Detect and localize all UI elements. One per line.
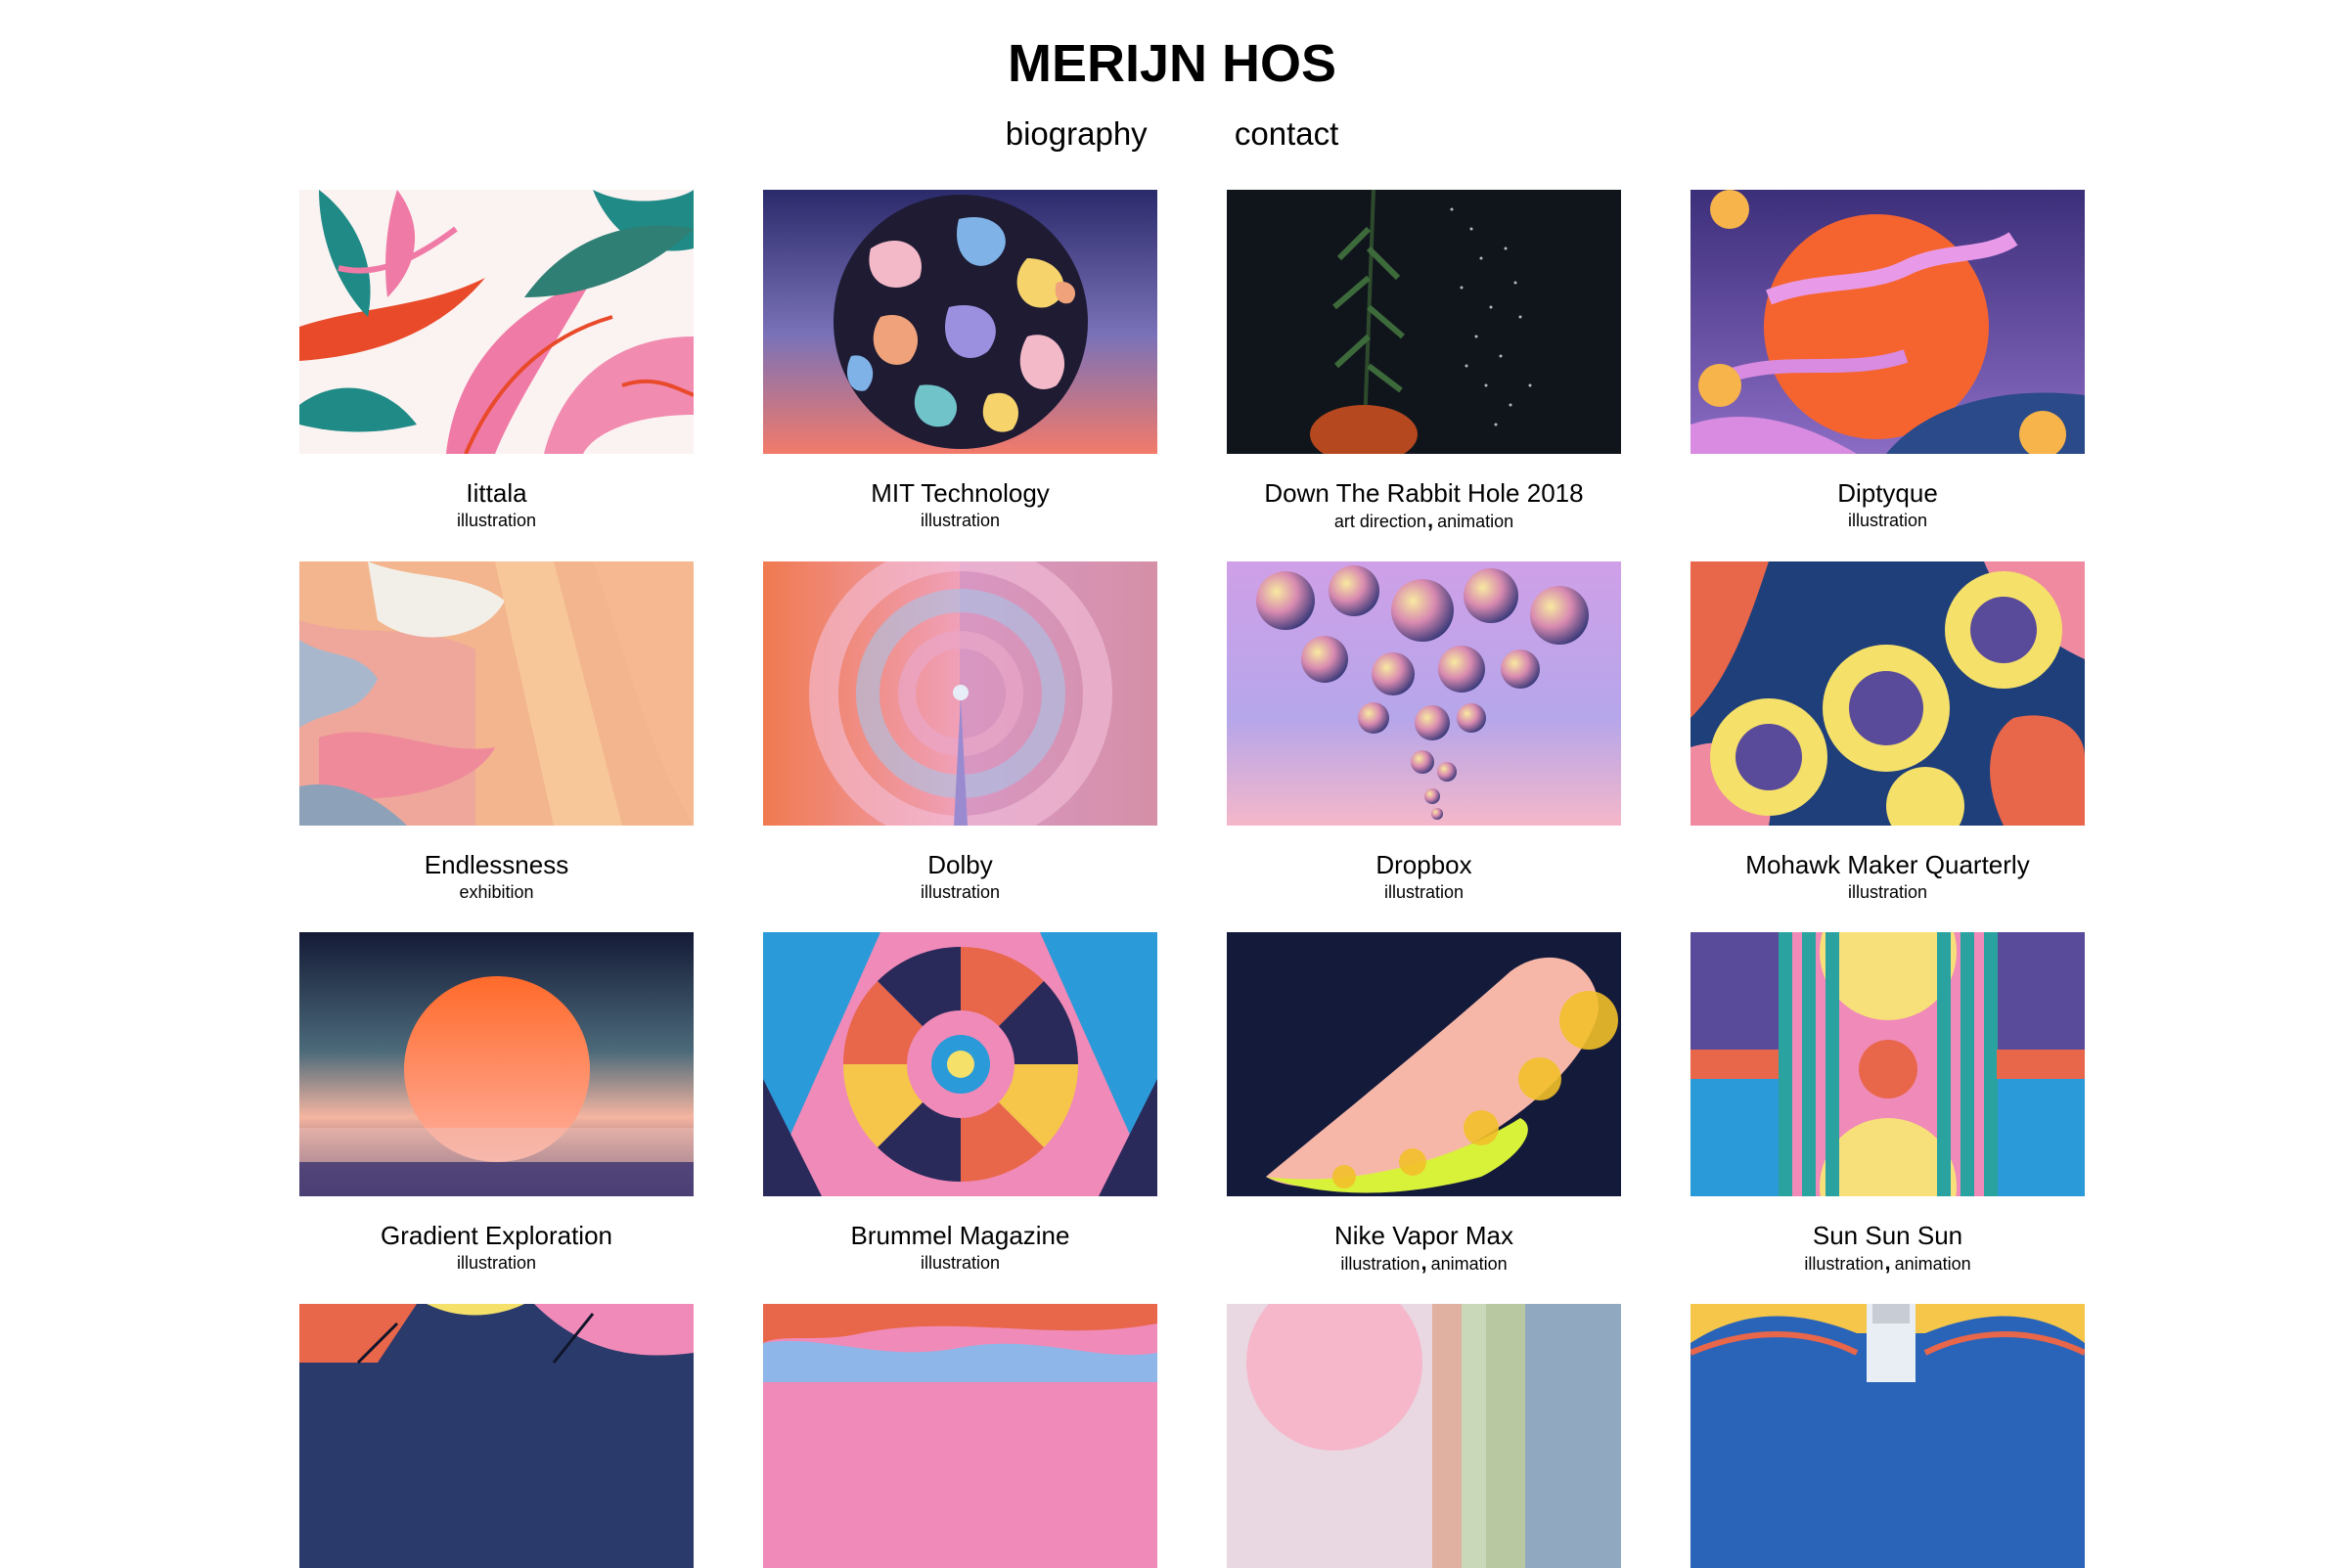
project-thumbnail[interactable] bbox=[1227, 561, 1621, 826]
project-thumbnail[interactable] bbox=[1227, 932, 1621, 1196]
project-tag[interactable]: illustration bbox=[457, 511, 536, 530]
tag-separator: , bbox=[1420, 1250, 1427, 1275]
project-card[interactable] bbox=[299, 1304, 694, 1568]
project-card[interactable]: Brummel Magazine illustration bbox=[763, 932, 1157, 1274]
project-thumbnail[interactable] bbox=[1690, 190, 2085, 454]
project-card[interactable]: MIT Technology illustration bbox=[763, 190, 1157, 531]
project-tags: illustration bbox=[763, 881, 1157, 903]
tag-separator: , bbox=[1884, 1250, 1891, 1275]
project-tag[interactable]: illustration bbox=[1848, 511, 1927, 530]
project-thumbnail[interactable] bbox=[299, 561, 694, 826]
project-grid: Iittala illustration MIT Technology illu… bbox=[0, 0, 2344, 1568]
project-tag[interactable]: illustration bbox=[1848, 882, 1927, 902]
project-tags: illustration bbox=[1227, 881, 1621, 903]
project-tags: illustration bbox=[299, 1252, 694, 1274]
project-tags: illustration bbox=[299, 510, 694, 531]
project-card[interactable]: Dropbox illustration bbox=[1227, 561, 1621, 903]
project-title[interactable]: MIT Technology bbox=[763, 478, 1157, 508]
project-title[interactable]: Iittala bbox=[299, 478, 694, 508]
project-title[interactable]: Dropbox bbox=[1227, 850, 1621, 879]
project-tag[interactable]: exhibition bbox=[459, 882, 533, 902]
project-tags: art direction, animation bbox=[1227, 510, 1621, 532]
project-thumbnail[interactable] bbox=[299, 190, 694, 454]
project-tags: exhibition bbox=[299, 881, 694, 903]
project-card[interactable] bbox=[763, 1304, 1157, 1568]
project-card[interactable]: Dolby illustration bbox=[763, 561, 1157, 903]
project-tags: illustration, animation bbox=[1690, 1252, 2085, 1275]
project-title[interactable]: Nike Vapor Max bbox=[1227, 1221, 1621, 1250]
project-card[interactable]: Mohawk Maker Quarterly illustration bbox=[1690, 561, 2085, 903]
project-tag[interactable]: animation bbox=[1437, 512, 1513, 531]
project-card[interactable]: Down The Rabbit Hole 2018 art direction,… bbox=[1227, 190, 1621, 532]
project-tags: illustration bbox=[1690, 881, 2085, 903]
project-thumbnail[interactable] bbox=[1227, 1304, 1621, 1568]
project-tags: illustration bbox=[763, 1252, 1157, 1274]
tag-separator: , bbox=[1426, 508, 1434, 532]
project-thumbnail[interactable] bbox=[299, 932, 694, 1196]
project-card[interactable]: Endlessness exhibition bbox=[299, 561, 694, 903]
project-tag[interactable]: animation bbox=[1431, 1254, 1508, 1274]
project-title[interactable]: Diptyque bbox=[1690, 478, 2085, 508]
project-title[interactable]: Mohawk Maker Quarterly bbox=[1690, 850, 2085, 879]
project-title[interactable]: Sun Sun Sun bbox=[1690, 1221, 2085, 1250]
project-title[interactable]: Brummel Magazine bbox=[763, 1221, 1157, 1250]
project-tag[interactable]: illustration bbox=[457, 1253, 536, 1273]
project-title[interactable]: Gradient Exploration bbox=[299, 1221, 694, 1250]
project-thumbnail[interactable] bbox=[1227, 190, 1621, 454]
project-title[interactable]: Dolby bbox=[763, 850, 1157, 879]
project-thumbnail[interactable] bbox=[763, 932, 1157, 1196]
project-title[interactable]: Endlessness bbox=[299, 850, 694, 879]
project-tag[interactable]: illustration bbox=[921, 882, 1000, 902]
project-tags: illustration bbox=[1690, 510, 2085, 531]
project-thumbnail[interactable] bbox=[1690, 932, 2085, 1196]
project-title[interactable]: Down The Rabbit Hole 2018 bbox=[1227, 478, 1621, 508]
project-tag[interactable]: illustration bbox=[1804, 1254, 1883, 1274]
project-tag[interactable]: illustration bbox=[921, 511, 1000, 530]
project-card[interactable]: Nike Vapor Max illustration, animation bbox=[1227, 932, 1621, 1275]
project-card[interactable]: Sun Sun Sun illustration, animation bbox=[1690, 932, 2085, 1275]
project-thumbnail[interactable] bbox=[1690, 561, 2085, 826]
project-card[interactable]: Iittala illustration bbox=[299, 190, 694, 531]
project-tag[interactable]: illustration bbox=[1384, 882, 1464, 902]
project-tag[interactable]: animation bbox=[1895, 1254, 1971, 1274]
project-thumbnail[interactable] bbox=[763, 561, 1157, 826]
project-thumbnail[interactable] bbox=[299, 1304, 694, 1568]
project-tag[interactable]: illustration bbox=[1340, 1254, 1420, 1274]
project-tag[interactable]: illustration bbox=[921, 1253, 1000, 1273]
project-tag[interactable]: art direction bbox=[1334, 512, 1426, 531]
project-thumbnail[interactable] bbox=[763, 1304, 1157, 1568]
project-thumbnail[interactable] bbox=[1690, 1304, 2085, 1568]
project-card[interactable] bbox=[1227, 1304, 1621, 1568]
project-card[interactable] bbox=[1690, 1304, 2085, 1568]
project-card[interactable]: Diptyque illustration bbox=[1690, 190, 2085, 531]
project-tags: illustration, animation bbox=[1227, 1252, 1621, 1275]
project-tags: illustration bbox=[763, 510, 1157, 531]
project-thumbnail[interactable] bbox=[763, 190, 1157, 454]
project-card[interactable]: Gradient Exploration illustration bbox=[299, 932, 694, 1274]
